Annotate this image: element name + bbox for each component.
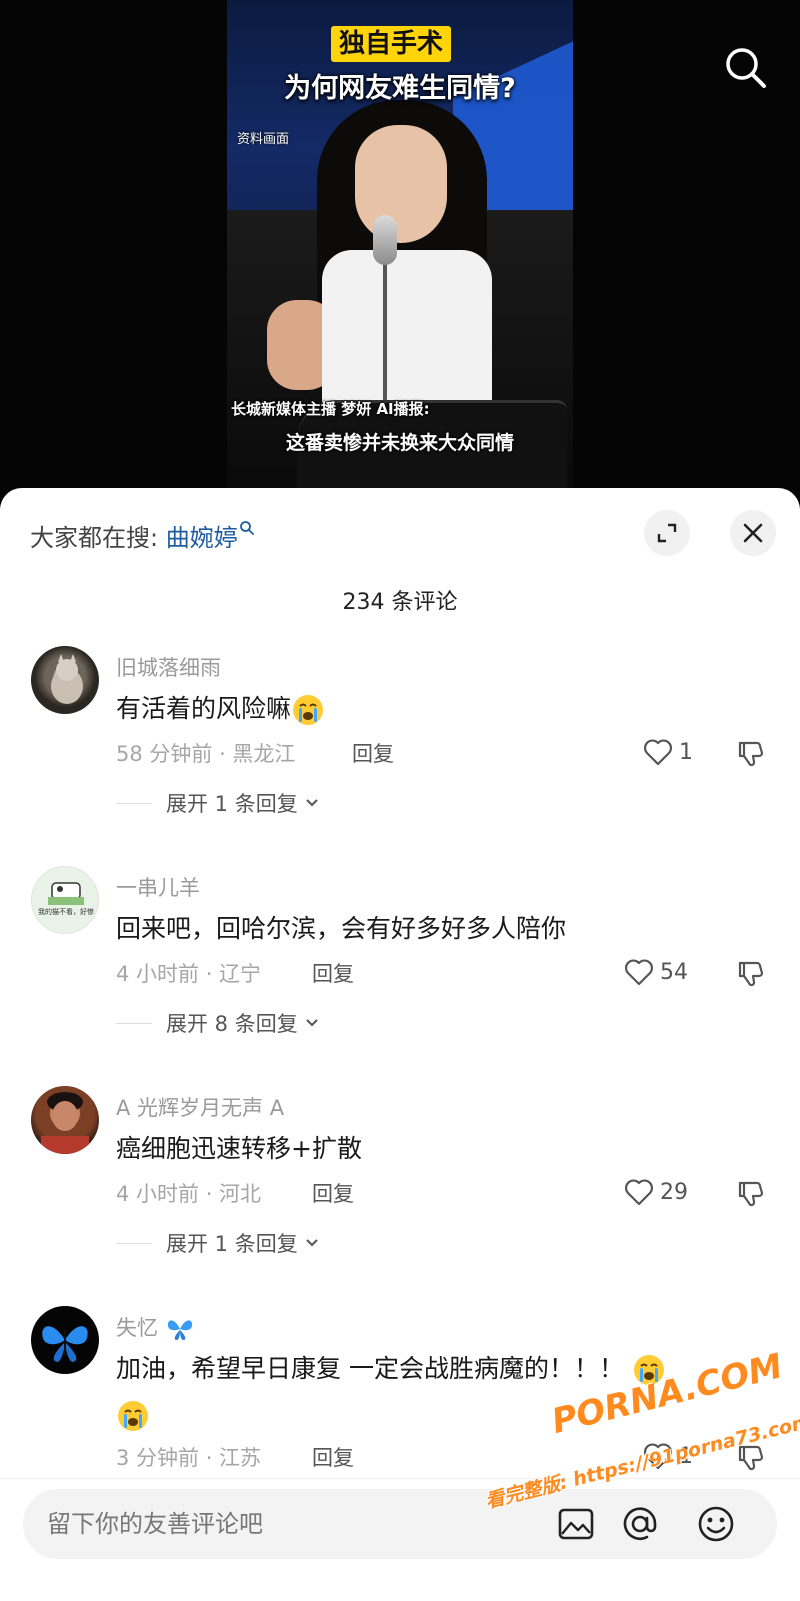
at-icon bbox=[623, 1507, 657, 1540]
emoji-button[interactable] bbox=[693, 1501, 739, 1547]
expand-icon bbox=[657, 523, 677, 543]
comment-text: 加油，希望早日康复 一定会战胜病魔的！！！ bbox=[116, 1346, 756, 1438]
search-small-icon bbox=[239, 521, 254, 535]
comment-username[interactable]: 旧城落细雨 bbox=[116, 652, 221, 682]
video-badge: 独自手术 bbox=[331, 26, 452, 62]
heart-icon bbox=[644, 739, 672, 766]
expand-replies[interactable]: 展开 8 条回复 bbox=[116, 1008, 320, 1038]
comment-username[interactable]: 一串儿羊 bbox=[116, 872, 200, 902]
cartoon-avatar-image bbox=[48, 882, 84, 905]
image-button[interactable] bbox=[553, 1501, 599, 1547]
comment-input[interactable] bbox=[47, 1489, 547, 1559]
comment-meta: 4 小时前 · 河北 bbox=[116, 1182, 262, 1206]
like-button[interactable]: 1 bbox=[643, 1441, 693, 1471]
comment-meta: 4 小时前 · 辽宁 bbox=[116, 962, 262, 986]
divider bbox=[116, 802, 152, 804]
video-anchor-caption: 长城新媒体主播 梦妍 AI播报: bbox=[231, 400, 430, 418]
singer-face bbox=[355, 125, 447, 243]
cat-avatar-image bbox=[51, 654, 83, 704]
chevron-down-icon bbox=[306, 1239, 318, 1247]
comment-username[interactable]: A 光辉岁月无声 A bbox=[116, 1092, 284, 1122]
like-count: 54 bbox=[660, 959, 688, 985]
video-source-label: 资料画面 bbox=[237, 132, 290, 147]
heart-icon bbox=[625, 959, 653, 986]
like-button[interactable]: 1 bbox=[643, 737, 693, 767]
reply-button[interactable]: 回复 bbox=[312, 1442, 354, 1472]
crying-face-emoji bbox=[118, 1401, 148, 1431]
comment-count: 234 条评论 bbox=[342, 590, 458, 615]
trending-keyword-link[interactable]: 曲婉婷 bbox=[166, 521, 255, 552]
comment-meta: 3 分钟前 · 江苏 bbox=[116, 1446, 262, 1470]
thumbs-down-icon bbox=[738, 1181, 764, 1207]
close-icon bbox=[743, 523, 763, 543]
like-button[interactable]: 54 bbox=[624, 957, 688, 987]
search-icon bbox=[726, 48, 766, 88]
heart-icon bbox=[625, 1179, 653, 1206]
butterfly-avatar-image bbox=[42, 1326, 88, 1362]
comment-text: 有活着的风险嘛 bbox=[116, 686, 756, 732]
expand-replies[interactable]: 展开 1 条回复 bbox=[116, 1228, 320, 1258]
video-subtitle: 这番卖惨并未换来大众同情 bbox=[285, 432, 514, 454]
avatar[interactable] bbox=[31, 1306, 99, 1374]
avatar[interactable]: 我的猫不看，好惨 bbox=[31, 866, 99, 934]
trending-search: 大家都在搜: 曲婉婷 bbox=[30, 518, 255, 553]
comment-input-pill[interactable] bbox=[23, 1489, 777, 1559]
thumbs-down-icon bbox=[738, 1445, 764, 1471]
video-player[interactable]: 独自手术 为何网友难生同情? 资料画面 长城新媒体主播 梦妍 AI播报: 这番卖… bbox=[0, 0, 800, 500]
expand-replies[interactable]: 展开 1 条回复 bbox=[116, 788, 320, 818]
avatar-caption: 我的猫不看，好惨 bbox=[38, 908, 94, 916]
microphone bbox=[373, 215, 397, 265]
reply-button[interactable]: 回复 bbox=[352, 738, 394, 768]
crying-face-emoji bbox=[633, 1355, 664, 1385]
divider bbox=[116, 1242, 152, 1244]
dislike-button[interactable] bbox=[736, 738, 766, 768]
expand-button[interactable] bbox=[644, 510, 690, 556]
butterfly-emoji bbox=[167, 1320, 192, 1340]
like-count: 1 bbox=[679, 1443, 693, 1469]
crying-face-emoji bbox=[293, 695, 324, 725]
thumbs-down-icon bbox=[738, 741, 764, 767]
emoji-icon bbox=[698, 1506, 734, 1542]
image-icon bbox=[558, 1508, 594, 1540]
comment-username[interactable]: 失忆 bbox=[116, 1312, 195, 1342]
chevron-down-icon bbox=[306, 1019, 318, 1027]
expand-replies-label: 展开 8 条回复 bbox=[166, 1012, 298, 1036]
dislike-button[interactable] bbox=[736, 1442, 766, 1472]
like-count: 1 bbox=[679, 739, 693, 765]
heart-icon bbox=[644, 1443, 672, 1470]
comment-text: 回来吧，回哈尔滨，会有好多好多人陪你 bbox=[116, 914, 567, 943]
dislike-button[interactable] bbox=[736, 958, 766, 988]
reply-button[interactable]: 回复 bbox=[312, 1178, 354, 1208]
expand-replies-label: 展开 1 条回复 bbox=[166, 1232, 298, 1256]
comment-text: 癌细胞迅速转移+扩散 bbox=[116, 1134, 362, 1163]
mention-button[interactable] bbox=[617, 1501, 663, 1547]
video-frame[interactable]: 独自手术 为何网友难生同情? 资料画面 长城新媒体主播 梦妍 AI播报: 这番卖… bbox=[227, 0, 573, 490]
divider bbox=[116, 1022, 152, 1024]
like-button[interactable]: 29 bbox=[624, 1177, 688, 1207]
reply-button[interactable]: 回复 bbox=[312, 958, 354, 988]
portrait-avatar-image bbox=[41, 1092, 89, 1154]
close-button[interactable] bbox=[730, 510, 776, 556]
avatar[interactable] bbox=[31, 646, 99, 714]
avatar[interactable] bbox=[31, 1086, 99, 1154]
thumbs-down-icon bbox=[738, 961, 764, 987]
search-button[interactable] bbox=[722, 44, 770, 92]
comment-input-bar bbox=[0, 1478, 800, 1601]
video-title: 为何网友难生同情? bbox=[284, 73, 516, 104]
dislike-button[interactable] bbox=[736, 1178, 766, 1208]
expand-replies-label: 展开 1 条回复 bbox=[166, 792, 298, 816]
comment-meta: 58 分钟前 · 黑龙江 bbox=[116, 742, 296, 766]
comments-sheet: 大家都在搜: 曲婉婷 234 条评论 旧城落细雨 有活着的风险嘛 58 分钟前 … bbox=[0, 488, 800, 1601]
like-count: 29 bbox=[660, 1179, 688, 1205]
trending-prefix: 大家都在搜: bbox=[30, 524, 159, 552]
singer-body bbox=[322, 250, 492, 420]
chevron-down-icon bbox=[306, 799, 318, 807]
